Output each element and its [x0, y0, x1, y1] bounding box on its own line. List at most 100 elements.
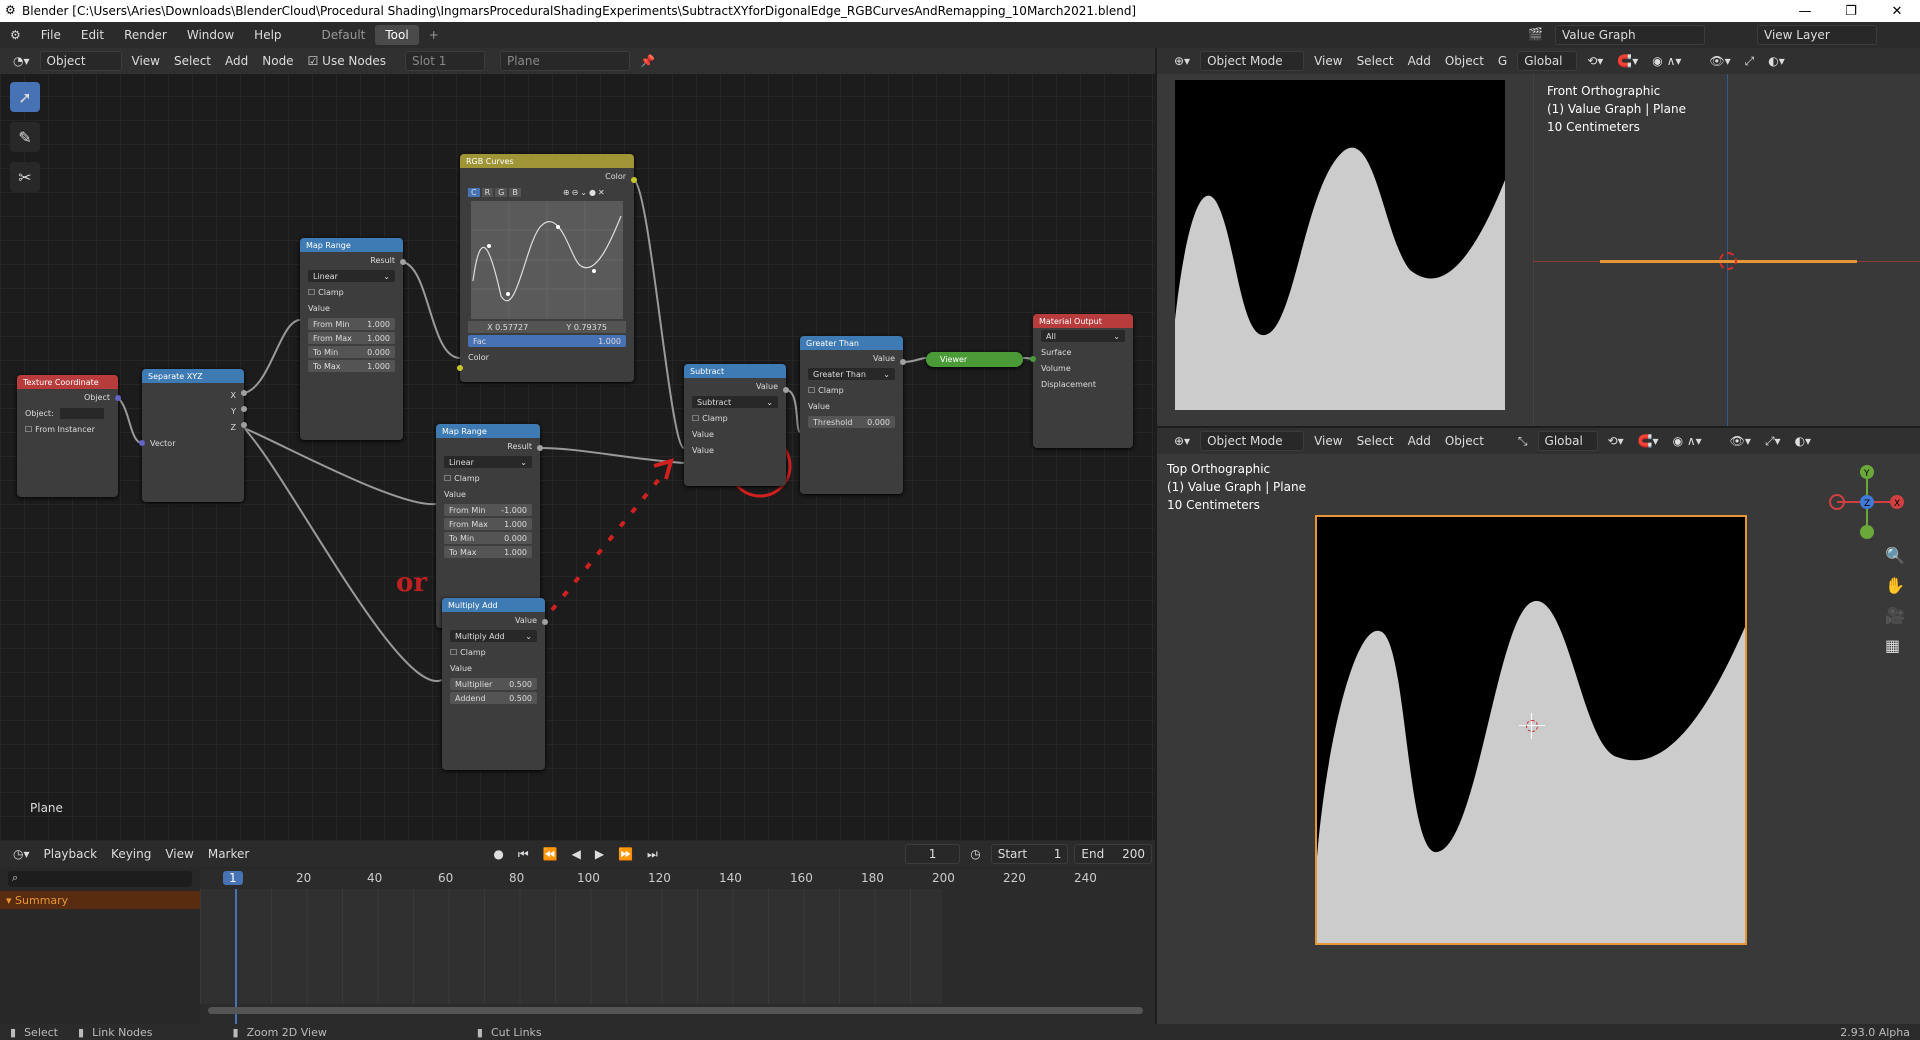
socket-result2-out[interactable] [537, 445, 543, 451]
editor-type-icon[interactable]: ◷▾ [6, 847, 37, 861]
clip-icon[interactable]: ● [589, 188, 596, 197]
addend-field[interactable]: Addend 0.500 [450, 692, 537, 704]
texture-coordinate-node[interactable]: Texture Coordinate Object Object: ☐ From… [17, 375, 118, 497]
menu-view[interactable]: View [1307, 434, 1349, 448]
current-frame-field[interactable]: 1 [904, 844, 961, 864]
workspace-tab-tool[interactable]: Tool [375, 25, 419, 45]
to-min-field[interactable]: To Min 0.000 [444, 532, 532, 544]
top-ortho-viewport[interactable]: ⊕▾ Object Mode View Select Add Object ⤡ … [1157, 428, 1920, 1024]
end-frame-field[interactable]: End 200 [1074, 844, 1153, 864]
editor-type-icon[interactable]: ⊕▾ [1167, 54, 1197, 68]
summary-channel[interactable]: ▾ Summary [0, 891, 200, 909]
timeline-region[interactable]: 1 20 40 60 80 100 120 140 160 180 200 22… [200, 869, 1155, 1024]
visibility-icon[interactable]: 👁▾ [1723, 434, 1758, 448]
channel-r-button[interactable]: R [481, 188, 494, 197]
close-icon[interactable]: ✕ [1874, 0, 1920, 22]
channel-g-button[interactable]: G [495, 188, 508, 197]
frame-ruler[interactable]: 1 20 40 60 80 100 120 140 160 180 200 22… [200, 869, 1155, 889]
from-instancer-checkbox[interactable]: ☐ From Instancer [17, 421, 118, 437]
map-range-node-1[interactable]: Map Range Result Linear ⌄ ☐ Clamp Value F… [300, 238, 403, 440]
object-field[interactable]: Object: [17, 405, 118, 421]
playhead-line[interactable] [235, 889, 237, 1024]
fac-slider[interactable]: Fac 1.000 [468, 335, 626, 347]
menu-marker[interactable]: Marker [201, 847, 256, 861]
separate-xyz-node[interactable]: Separate XYZ X Y Z Vector [142, 369, 244, 502]
operation-dropdown[interactable]: Multiply Add ⌄ [450, 630, 537, 642]
socket-z-out[interactable] [241, 422, 247, 428]
threshold-field[interactable]: Threshold 0.000 [808, 416, 895, 428]
snap-icon[interactable]: 🧲▾ [1631, 434, 1666, 448]
from-min-field[interactable]: From Min -1.000 [444, 504, 532, 516]
from-max-field[interactable]: From Max 1.000 [308, 332, 395, 344]
orientation-short[interactable]: G [1491, 54, 1514, 68]
socket-greater-out[interactable] [900, 359, 906, 365]
socket-subtract-out[interactable] [783, 387, 789, 393]
start-frame-field[interactable]: Start 1 [990, 844, 1069, 864]
target-dropdown[interactable]: All ⌄ [1041, 330, 1125, 342]
visibility-icon[interactable]: 👁▾ [1702, 54, 1737, 68]
clamp-checkbox[interactable]: ☐ Clamp [436, 470, 540, 486]
node-title[interactable]: Subtract [684, 364, 786, 378]
minimize-icon[interactable]: — [1782, 0, 1828, 22]
pivot-icon[interactable]: ⟲▾ [1601, 434, 1631, 448]
jump-key-forward-icon[interactable]: ⏩ [611, 847, 640, 861]
to-min-field[interactable]: To Min 0.000 [308, 346, 395, 358]
overlay-icon[interactable]: ◐▾ [1788, 434, 1819, 448]
operation-dropdown[interactable]: Greater Than ⌄ [808, 368, 895, 380]
node-title[interactable]: Separate XYZ [142, 369, 244, 383]
tools-icon[interactable]: ⌄ [580, 188, 587, 197]
jump-start-icon[interactable]: ⏮ [511, 847, 536, 862]
curve-graph[interactable] [471, 201, 623, 319]
restore-icon[interactable]: ❐ [1828, 0, 1874, 22]
transform-orientation-dropdown[interactable]: Global [1537, 431, 1598, 451]
from-max-field[interactable]: From Max 1.000 [444, 518, 532, 530]
viewer-node[interactable]: Viewer [926, 352, 1023, 367]
socket-y-out[interactable] [241, 406, 247, 412]
interpolation-dropdown[interactable]: Linear ⌄ [444, 456, 532, 468]
menu-render[interactable]: Render [114, 28, 177, 42]
snap-icon[interactable]: 🧲▾ [1610, 54, 1645, 68]
socket-color-in[interactable] [457, 365, 463, 371]
clock-icon[interactable]: ◷ [963, 847, 987, 861]
transform-orientation-dropdown[interactable]: Global [1517, 51, 1578, 71]
editor-type-icon[interactable]: ⊕▾ [1167, 434, 1197, 448]
grid-icon[interactable]: ▦ [1885, 636, 1900, 655]
socket-vector-in[interactable] [139, 440, 145, 446]
blender-menu-icon[interactable]: ⚙ [0, 28, 31, 42]
record-icon[interactable]: ● [486, 847, 510, 861]
rgb-curves-node[interactable]: RGB Curves Color C R G B ⊕ ⊖ ⌄ ● ✕ X 0.5… [460, 154, 634, 382]
point-coords[interactable]: X 0.57727 Y 0.79375 [468, 321, 626, 333]
menu-view[interactable]: View [158, 847, 200, 861]
play-reverse-icon[interactable]: ◀ [565, 847, 588, 861]
socket-object-out[interactable] [115, 395, 121, 401]
socket-result-out[interactable] [400, 259, 406, 265]
menu-view[interactable]: View [1307, 54, 1349, 68]
menu-add[interactable]: Add [1401, 434, 1438, 448]
menu-select[interactable]: Select [1350, 54, 1401, 68]
search-icon[interactable]: ⌕ [8, 871, 192, 887]
camera-icon[interactable]: 🎥 [1885, 606, 1905, 625]
zoom-icon[interactable]: 🔍 [1885, 546, 1905, 565]
proportional-icon[interactable]: ◉ ∧▾ [1645, 54, 1688, 68]
playback-menu[interactable]: Playback [37, 847, 105, 861]
menu-edit[interactable]: Edit [71, 28, 114, 42]
socket-surface-in[interactable] [1030, 356, 1036, 362]
gizmo-icon[interactable]: ⤢ [1738, 54, 1762, 69]
material-output-node[interactable]: Material Output All ⌄ Surface Volume Disp… [1033, 314, 1133, 448]
timeline-editor[interactable]: ◷▾ Playback Keying View Marker ● ⏮ ⏪ ◀ ▶… [0, 841, 1155, 1024]
node-title[interactable]: Material Output [1033, 314, 1133, 328]
workspace-tab-default[interactable]: Default [312, 25, 376, 45]
reset-icon[interactable]: ✕ [598, 188, 605, 197]
pivot-icon[interactable]: ⟲▾ [1580, 54, 1610, 68]
multiply-add-node[interactable]: Multiply Add Value Multiply Add ⌄ ☐ Clamp… [442, 598, 545, 770]
horizontal-scrollbar[interactable] [208, 1007, 1143, 1014]
pan-hand-icon[interactable]: ✋ [1885, 576, 1905, 595]
channel-c-button[interactable]: C [468, 188, 480, 197]
jump-end-icon[interactable]: ⏭ [640, 847, 665, 862]
socket-color-out[interactable] [631, 177, 637, 183]
menu-window[interactable]: Window [177, 28, 244, 42]
node-title[interactable]: Greater Than [800, 336, 903, 350]
play-icon[interactable]: ▶ [588, 847, 611, 861]
socket-madd-out[interactable] [542, 619, 548, 625]
menu-select[interactable]: Select [1350, 434, 1401, 448]
